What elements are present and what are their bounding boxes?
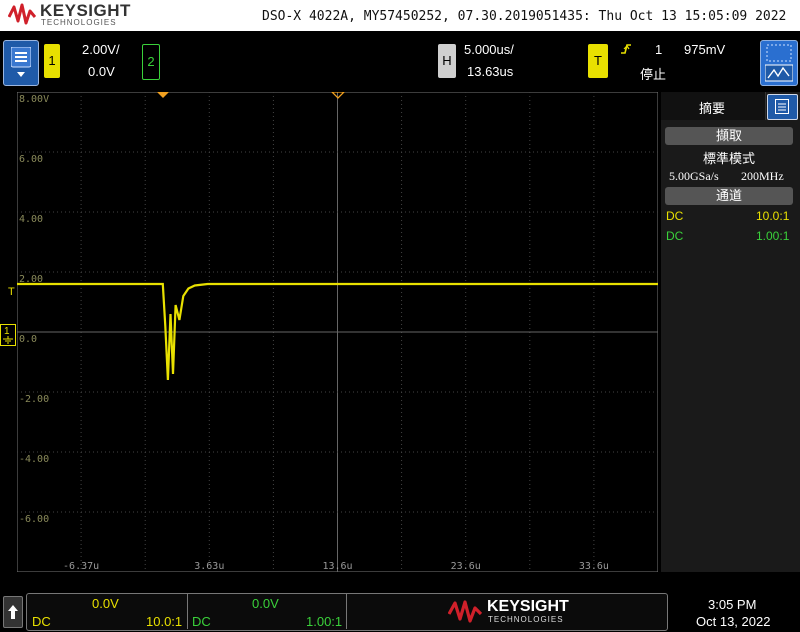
channels-button[interactable]: 通道: [665, 187, 793, 205]
keysight-logo-icon: [448, 600, 482, 623]
bandwidth: 200MHz: [741, 169, 784, 183]
control-strip: [0, 31, 800, 91]
tab-summary[interactable]: 摘要: [661, 92, 766, 120]
y-tick-label: 6.00: [19, 154, 43, 165]
ch2-coupling: DC: [666, 229, 684, 243]
trigger-level[interactable]: 975mV: [684, 42, 725, 57]
bottom-ch1-offset[interactable]: 0.0V: [92, 596, 119, 611]
bottom-ch1-coupling: DC: [32, 614, 51, 629]
divider: [346, 593, 347, 629]
arrow-up-icon: [8, 605, 18, 619]
main-menu-button[interactable]: [3, 40, 39, 86]
divider: [187, 593, 188, 629]
channel-info-strip: [26, 593, 668, 631]
timebase-value[interactable]: 5.000us/: [464, 42, 514, 57]
bottom-ch2-offset[interactable]: 0.0V: [252, 596, 279, 611]
x-tick-label: 33.6u: [579, 561, 609, 572]
channel-1-button[interactable]: 1: [44, 44, 60, 78]
ch1-coupling: DC: [666, 209, 684, 223]
x-tick-label: 3.63u: [194, 561, 224, 572]
trigger-source[interactable]: 1: [655, 42, 662, 57]
channel-2-button[interactable]: 2: [142, 44, 160, 80]
sample-rate: 5.00GSa/s: [669, 169, 719, 183]
y-tick-label: -2.00: [19, 394, 49, 405]
acquire-button[interactable]: 擷取: [665, 127, 793, 145]
bottom-ch2-coupling: DC: [192, 614, 211, 629]
ch2-probe: 1.00:1: [756, 229, 790, 243]
x-tick-label: 13.6u: [322, 561, 352, 572]
delay-value[interactable]: 13.63us: [467, 64, 513, 79]
bottom-brand-name: KEYSIGHT: [487, 598, 569, 615]
ch1-ground-marker[interactable]: 1: [0, 324, 16, 346]
y-tick-label: 0.0: [19, 334, 37, 345]
expand-up-button[interactable]: [3, 596, 23, 628]
rising-edge-icon: [621, 44, 631, 54]
menu-icon: [11, 47, 31, 77]
y-tick-label: -4.00: [19, 454, 49, 465]
y-tick-label: 8.00V: [19, 94, 49, 105]
bottom-brand-subtitle: TECHNOLOGIES: [488, 615, 564, 624]
x-tick-label: -6.37u: [63, 561, 99, 572]
ch1-offset[interactable]: 0.0V: [88, 64, 115, 79]
y-tick-label: 4.00: [19, 214, 43, 225]
ground-icon: [3, 336, 13, 344]
bottom-ch2-probe: 1.00:1: [306, 614, 343, 629]
trigger-level-marker: T: [8, 286, 15, 298]
clock-date: Oct 13, 2022: [696, 614, 771, 629]
bottom-ch1-probe: 10.0:1: [146, 614, 183, 629]
acquire-mode: 標準模式: [703, 151, 756, 166]
clock-time: 3:05 PM: [708, 597, 757, 612]
run-status: 停止: [640, 67, 667, 82]
y-tick-label: -6.00: [19, 514, 49, 525]
panel-list-button[interactable]: [767, 94, 798, 120]
zoom-icon: [765, 44, 793, 82]
brand-subtitle: TECHNOLOGIES: [41, 18, 117, 27]
horizontal-button[interactable]: H: [438, 44, 456, 78]
ch1-probe: 10.0:1: [756, 209, 790, 223]
instrument-title: DSO-X 4022A, MY57450252, 07.30.201905143…: [262, 9, 787, 24]
x-tick-label: 23.6u: [451, 561, 481, 572]
trigger-button[interactable]: T: [588, 44, 608, 78]
keysight-logo-icon: [8, 3, 36, 25]
list-icon: [775, 99, 789, 114]
zoom-button[interactable]: [760, 40, 798, 86]
waveform-display[interactable]: 8.00V6.004.002.000.0-2.00-4.00-6.00 -6.3…: [17, 92, 658, 572]
ch1-scale[interactable]: 2.00V/: [82, 42, 120, 57]
